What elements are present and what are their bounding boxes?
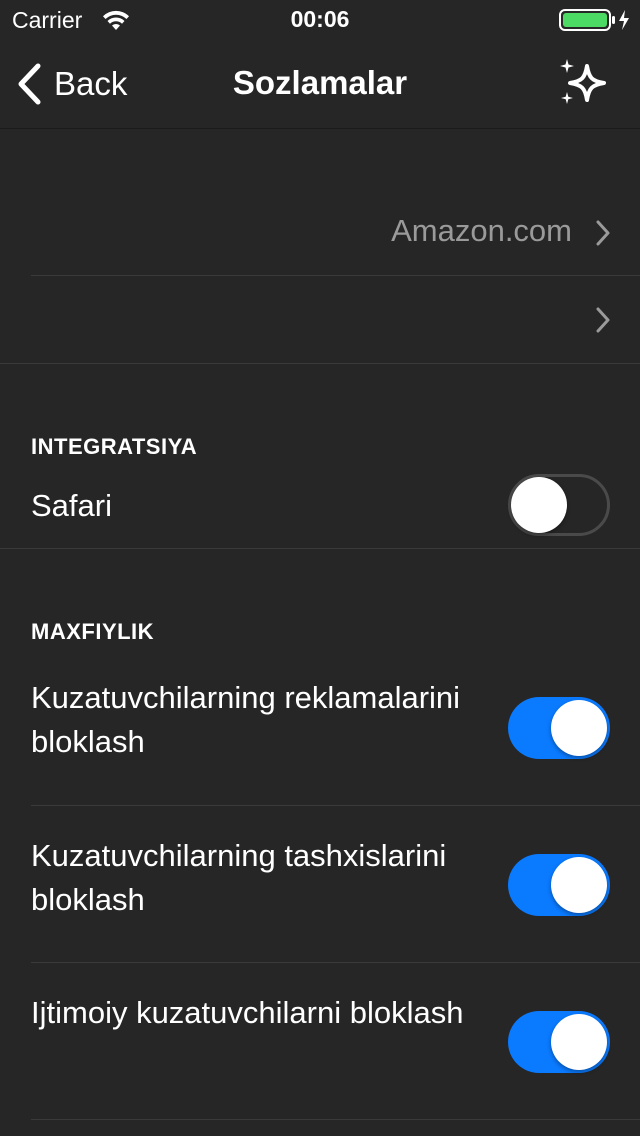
battery-icon xyxy=(559,9,629,31)
navigation-bar: Back Sozlamalar xyxy=(0,40,640,129)
sparkles-icon[interactable] xyxy=(556,56,612,112)
block-social-trackers-label: Ijtimoiy kuzatuvchilarni bloklash xyxy=(31,995,464,1030)
safari-toggle[interactable] xyxy=(508,474,610,536)
block-social-trackers-row: Ijtimoiy kuzatuvchilarni bloklash xyxy=(0,963,640,1119)
section-divider xyxy=(0,548,640,549)
clock: 00:06 xyxy=(290,6,350,32)
block-ad-trackers-row: Kuzatuvchilarning reklamalarini bloklash xyxy=(0,672,640,805)
chevron-right-icon xyxy=(596,307,610,333)
block-social-trackers-toggle[interactable] xyxy=(508,1011,610,1073)
section-divider xyxy=(0,363,640,364)
safari-label: Safari xyxy=(31,488,112,523)
block-analytics-trackers-label: Kuzatuvchilarning tashxislarini bloklash xyxy=(31,838,447,917)
safari-row: Safari xyxy=(0,470,640,548)
toggle-knob xyxy=(551,700,607,756)
row-divider xyxy=(31,1119,640,1120)
toggle-knob xyxy=(551,857,607,913)
settings-link-row[interactable] xyxy=(0,276,640,363)
toggle-knob xyxy=(511,477,567,533)
section-header-privacy: MAXFIYLIK xyxy=(31,619,155,644)
chevron-right-icon xyxy=(596,220,610,246)
page-title: Sozlamalar xyxy=(232,64,408,101)
search-engine-row[interactable]: Amazon.com xyxy=(0,129,640,275)
search-engine-value: Amazon.com xyxy=(391,213,572,248)
block-ad-trackers-toggle[interactable] xyxy=(508,697,610,759)
toggle-knob xyxy=(551,1014,607,1070)
block-analytics-trackers-row: Kuzatuvchilarning tashxislarini bloklash xyxy=(0,806,640,962)
block-ad-trackers-label: Kuzatuvchilarning reklamalarini bloklash xyxy=(31,680,461,759)
settings-screen: Carrier 00:06 Back Sozlamalar Amazon.com… xyxy=(0,0,640,1136)
status-bar: Carrier 00:06 xyxy=(0,0,640,40)
section-header-integration: INTEGRATSIYA xyxy=(31,434,198,459)
block-analytics-trackers-toggle[interactable] xyxy=(508,854,610,916)
